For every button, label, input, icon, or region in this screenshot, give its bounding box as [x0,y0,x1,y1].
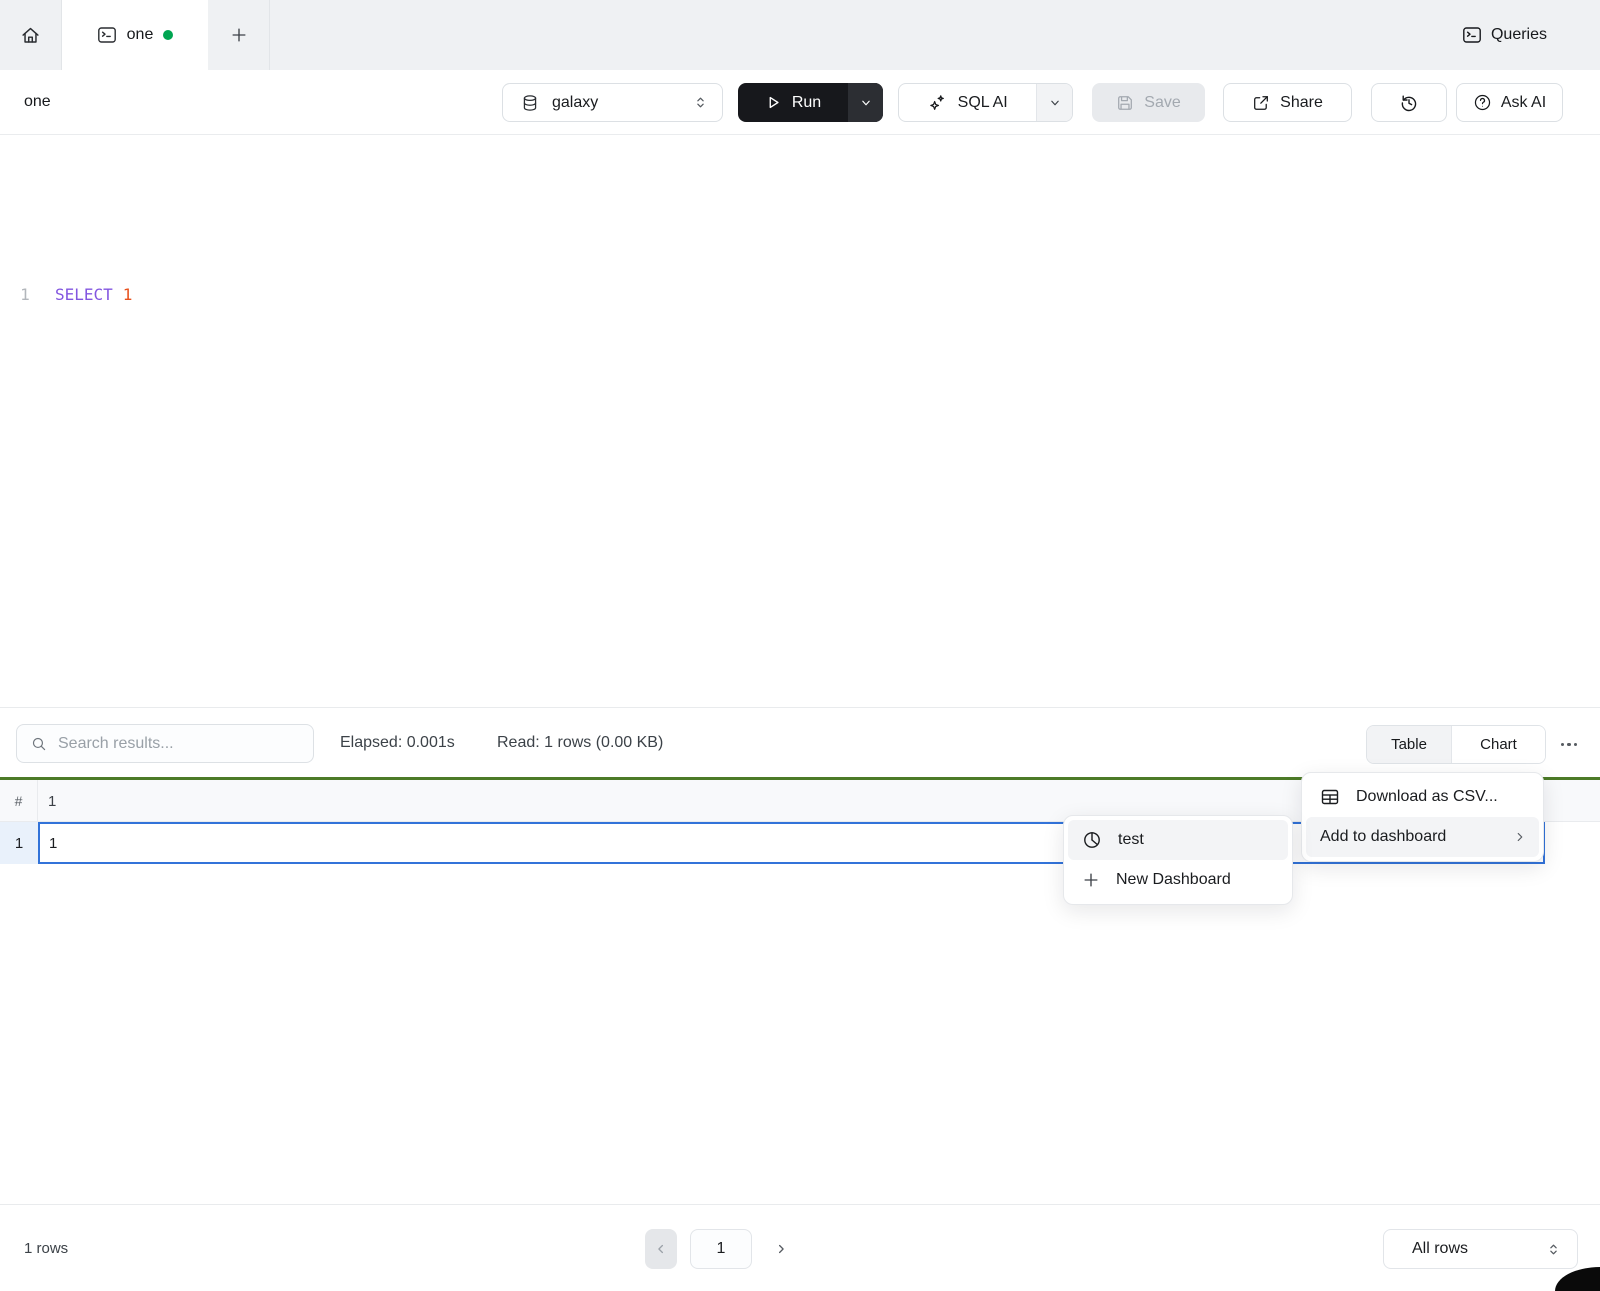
results-context-menu: Download as CSV... Add to dashboard [1301,772,1544,862]
tab-one[interactable]: one [62,0,208,70]
save-icon [1116,94,1134,112]
table-grid-icon [1320,787,1340,807]
chevron-updown-icon [1546,1242,1561,1257]
submenu-item-test-dashboard[interactable]: test [1068,820,1288,860]
ellipsis-icon [1561,743,1578,747]
chevron-right-icon [1513,830,1527,844]
history-icon [1399,93,1419,113]
share-label: Share [1280,94,1323,112]
history-button[interactable] [1371,83,1447,122]
ask-ai-label: Ask AI [1501,94,1546,112]
run-button[interactable]: Run [738,83,848,122]
tab-bar: one Queries [0,0,1600,70]
play-icon [765,94,782,111]
database-icon [521,94,539,112]
read-stat: Read: 1 rows (0.00 KB) [497,708,663,778]
sql-ai-options-button[interactable] [1036,84,1072,121]
new-tab-button[interactable] [208,0,270,70]
results-footer: 1 rows 1 All rows [0,1204,1600,1291]
menu-item-download-csv[interactable]: Download as CSV... [1306,777,1539,817]
sql-ai-label: SQL AI [958,94,1008,112]
line-number: 1 [14,285,36,304]
submenu-item-new-dashboard[interactable]: New Dashboard [1068,860,1288,900]
next-page-button[interactable] [764,1229,798,1269]
page-size-select[interactable]: All rows [1383,1229,1578,1269]
sparkles-icon [928,93,947,112]
run-button-group: Run [738,83,883,122]
unsaved-indicator-dot [163,30,173,40]
pie-chart-icon [1082,830,1102,850]
database-select[interactable]: galaxy [502,83,723,122]
share-button[interactable]: Share [1223,83,1352,122]
more-options-button[interactable] [1554,725,1584,764]
save-label: Save [1144,94,1180,112]
dashboard-submenu: test New Dashboard [1063,815,1293,905]
chevron-down-icon [859,96,873,110]
query-title: one [24,70,51,134]
run-options-button[interactable] [848,83,883,122]
column-header[interactable]: 1 [48,780,56,822]
chevron-left-icon [654,1242,668,1256]
home-button[interactable] [0,0,62,70]
menu-item-add-to-dashboard[interactable]: Add to dashboard [1306,817,1539,857]
row-index-cell[interactable]: 1 [0,822,38,864]
chevron-updown-icon [693,95,708,110]
queries-button[interactable]: Queries [1462,0,1547,70]
share-icon [1252,94,1270,112]
view-toggle: Table Chart [1366,725,1546,764]
plus-icon [230,26,248,44]
elapsed-stat: Elapsed: 0.001s [340,708,455,778]
run-label: Run [792,94,821,112]
menu-item-label: Add to dashboard [1320,828,1497,846]
sql-code-line: SELECT 1 [55,285,132,304]
previous-page-button[interactable] [645,1229,677,1269]
search-results-input[interactable] [58,735,288,753]
tab-table-view[interactable]: Table [1367,726,1452,763]
menu-item-label: Download as CSV... [1356,788,1527,806]
results-toolbar: Elapsed: 0.001s Read: 1 rows (0.00 KB) T… [0,707,1600,777]
page-size-value: All rows [1412,1240,1546,1258]
sql-console-window: one Queries one [0,0,1600,1291]
search-results-box [16,724,314,763]
save-button[interactable]: Save [1092,83,1205,122]
sql-keyword: SELECT [55,285,113,304]
terminal-icon [1462,25,1482,45]
plus-icon [1082,871,1100,889]
submenu-item-label: New Dashboard [1116,871,1276,889]
chevron-down-icon [1048,96,1062,110]
submenu-item-label: test [1118,831,1276,849]
page-number-button[interactable]: 1 [690,1229,752,1269]
sql-ai-button-group: SQL AI [898,83,1073,122]
tab-chart-view[interactable]: Chart [1452,726,1545,763]
index-column-header[interactable]: # [0,780,38,822]
sql-editor[interactable]: 1 SELECT 1 [0,135,1600,707]
row-count: 1 rows [24,1205,68,1291]
chevron-right-icon [774,1242,788,1256]
ask-ai-button[interactable]: Ask AI [1456,83,1563,122]
terminal-icon [97,25,117,45]
help-circle-icon [1473,93,1492,112]
database-select-value: galaxy [552,94,680,112]
sql-ai-button[interactable]: SQL AI [899,84,1036,121]
sql-number-literal: 1 [123,285,133,304]
search-icon [31,736,47,752]
query-toolbar: one galaxy Run [0,70,1600,135]
tab-label: one [127,26,154,44]
queries-label: Queries [1491,26,1547,44]
home-icon [20,25,41,46]
